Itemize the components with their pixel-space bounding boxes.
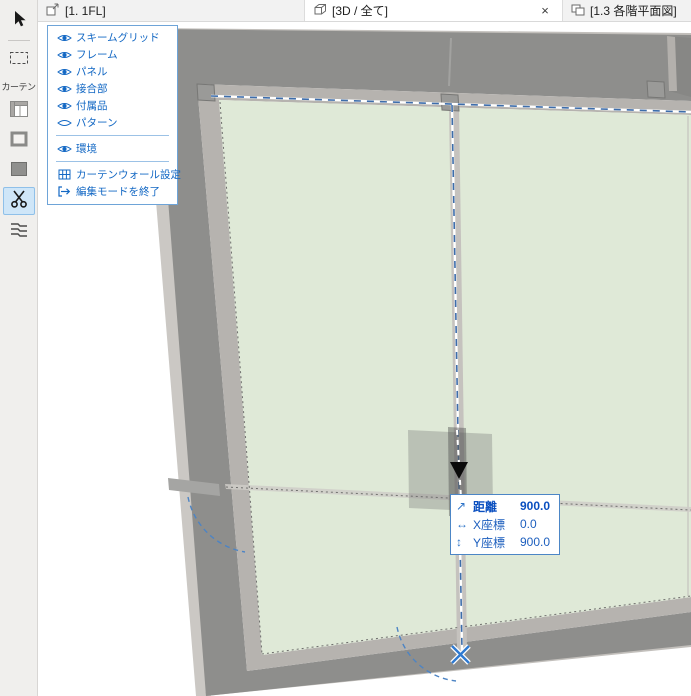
scissors-icon (9, 189, 29, 214)
menu-item-scheme-grid[interactable]: スキームグリッド (48, 29, 177, 46)
menu-item-label: パターン (76, 117, 118, 129)
diagonal-arrow-icon: ↗ (456, 499, 467, 513)
vertical-arrow-icon: ↕ (456, 535, 462, 549)
tab-label: [1. 1FL] (65, 3, 106, 18)
coordinate-tracker: ↗ 距離 900.0 ↔ X座標 0.0 ↕ Y座標 900.0 (450, 494, 561, 555)
layout-icon (571, 3, 585, 19)
tab-3d-all[interactable]: [3D / 全て] × (305, 0, 563, 21)
eye-icon (56, 144, 72, 154)
panel-icon (9, 159, 29, 184)
marquee-tool-button[interactable] (3, 46, 35, 74)
distance-label: 距離 (473, 499, 498, 514)
tool-group-label: カーテン (1, 82, 36, 92)
panel-tool-button[interactable] (3, 157, 35, 185)
tab-label: [3D / 全て] (332, 4, 389, 18)
distance-value[interactable]: 900.0 (520, 499, 550, 513)
menu-item-label: スキームグリッド (76, 32, 160, 44)
x-coordinate-label: X座標 (473, 517, 506, 532)
menu-separator (56, 161, 169, 162)
frame-tool-button[interactable] (3, 127, 35, 155)
view-options-menu: スキームグリッド フレーム パネル 接合部 付属品 パターン 環境 カーテンウォ… (47, 25, 181, 205)
menu-item-exit-edit-mode[interactable]: 編集モードを終了 (48, 183, 177, 200)
eye-icon (56, 67, 72, 77)
menu-item-label: パネル (76, 66, 108, 78)
settings-grid-icon (56, 169, 72, 180)
3d-cube-icon (313, 3, 327, 19)
menu-item-environment[interactable]: 環境 (48, 140, 177, 157)
eye-icon (56, 33, 72, 43)
menu-item-label: カーテンウォール設定 (76, 169, 181, 181)
eye-icon (56, 101, 72, 111)
profiles-tool-button[interactable] (3, 217, 35, 245)
menu-item-curtain-wall-settings[interactable]: カーテンウォール設定 (48, 166, 181, 183)
toolbar-divider (7, 40, 30, 41)
tab-floor-plan[interactable]: [1. 1FL] (38, 0, 305, 21)
menu-item-accessory[interactable]: 付属品 (48, 97, 177, 114)
tab-close-icon[interactable]: × (536, 3, 554, 18)
tracker-row-y: ↕ Y座標 900.0 (456, 533, 550, 551)
tab-layout-book[interactable]: [1.3 各階平面図] (563, 0, 691, 21)
tracker-row-x: ↔ X座標 0.0 (456, 515, 550, 533)
tab-bar: [1. 1FL] [3D / 全て] × [1.3 各階平面図] (38, 0, 691, 22)
marquee-icon (9, 50, 29, 71)
scheme-grid-icon (9, 99, 29, 124)
select-tool-button[interactable] (3, 7, 35, 35)
3d-viewport[interactable]: スキームグリッド フレーム パネル 接合部 付属品 パターン 環境 カーテンウォ… (38, 22, 691, 696)
frame-icon (9, 129, 29, 154)
profiles-icon (9, 219, 29, 244)
eye-off-icon (56, 118, 72, 128)
y-coordinate-label: Y座標 (473, 535, 506, 550)
menu-item-panel[interactable]: パネル (48, 63, 177, 80)
tab-label: [1.3 各階平面図] (590, 4, 677, 18)
menu-item-label: フレーム (76, 49, 118, 61)
tool-palette: カーテン (0, 0, 38, 696)
menu-item-label: 環境 (76, 143, 97, 155)
cursor-arrow-icon (10, 10, 28, 33)
menu-separator (56, 135, 169, 136)
horizontal-arrow-icon: ↔ (456, 517, 468, 531)
eye-icon (56, 50, 72, 60)
menu-item-junction[interactable]: 接合部 (48, 80, 177, 97)
scheme-grid-tool-button[interactable] (3, 97, 35, 125)
scissors-tool-button[interactable] (2, 187, 35, 215)
x-coordinate-value[interactable]: 0.0 (520, 517, 537, 531)
tracker-row-distance: ↗ 距離 900.0 (456, 497, 550, 515)
menu-item-label: 編集モードを終了 (76, 186, 160, 198)
floor-plan-icon (46, 3, 60, 19)
menu-item-label: 付属品 (76, 100, 108, 112)
exit-icon (56, 186, 72, 197)
y-coordinate-value[interactable]: 900.0 (520, 535, 550, 549)
menu-item-pattern[interactable]: パターン (48, 114, 177, 131)
menu-item-frame[interactable]: フレーム (48, 46, 177, 63)
eye-icon (56, 84, 72, 94)
menu-item-label: 接合部 (76, 83, 108, 95)
